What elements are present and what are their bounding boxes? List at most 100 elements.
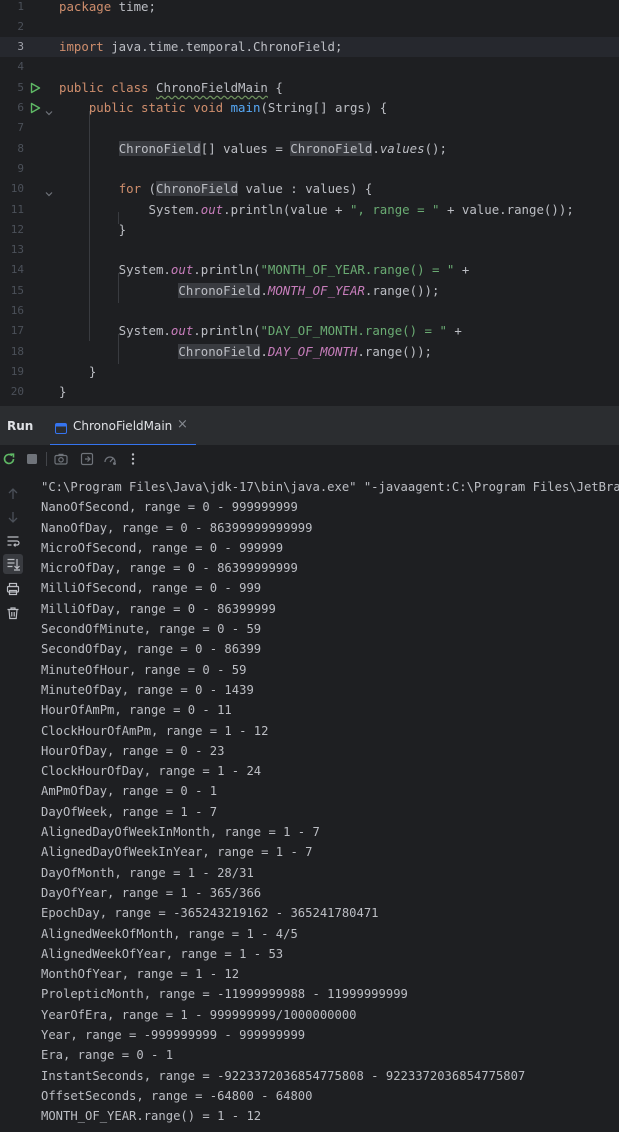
code-line[interactable]: 11 System.out.println(value + ", range =… — [0, 200, 619, 220]
stop-icon[interactable] — [25, 452, 39, 466]
console-output-line: InstantSeconds, range = -922337203685477… — [41, 1068, 526, 1083]
indent-guide — [118, 212, 119, 224]
print-icon[interactable] — [6, 582, 20, 596]
console-output-line: MONTH_OF_YEAR.range() = 1 - 12 — [41, 1109, 262, 1124]
restore-layout-icon[interactable] — [80, 452, 94, 466]
code-token: ChronoFieldMain — [156, 79, 268, 95]
code-token: . — [372, 140, 380, 156]
line-number[interactable]: 19 — [0, 362, 24, 382]
code-token: java.time.temporal.ChronoField; — [103, 39, 343, 55]
fold-chevron-icon[interactable] — [44, 184, 54, 197]
code-line[interactable]: 19 } — [0, 362, 619, 382]
line-number[interactable]: 12 — [0, 220, 24, 240]
code-line[interactable]: 5 public class ChronoFieldMain { — [0, 78, 619, 98]
line-number[interactable]: 13 — [0, 240, 24, 260]
console-output-line: AlignedDayOfWeekInYear, range = 1 - 7 — [41, 845, 313, 860]
scroll-to-end-icon[interactable] — [3, 554, 23, 574]
code-editor[interactable]: 1 package time; 2 3 import java.time.tempora… — [0, 0, 619, 405]
tab-chronofieldmain[interactable]: ChronoFieldMain × — [50, 406, 196, 446]
console-output-line: MicroOfDay, range = 0 - 86399999999 — [41, 561, 298, 576]
code-line[interactable]: 17 System.out.println("DAY_OF_MONTH.rang… — [0, 321, 619, 341]
line-number[interactable]: 14 — [0, 260, 24, 280]
code-line[interactable]: 4 — [0, 57, 619, 77]
more-icon[interactable] — [126, 452, 140, 466]
line-number[interactable]: 6 — [0, 98, 24, 118]
code-token: .range()); — [364, 282, 440, 298]
code-line[interactable]: 6 public static void main(String[] args)… — [0, 98, 619, 118]
line-number[interactable]: 20 — [0, 382, 24, 402]
code-token: + — [454, 262, 470, 278]
code-token: } — [59, 221, 127, 237]
line-number[interactable]: 16 — [0, 301, 24, 321]
code-line[interactable]: 7 — [0, 118, 619, 138]
console-output-line: MonthOfYear, range = 1 - 12 — [41, 967, 240, 982]
code-line[interactable]: 9 — [0, 159, 619, 179]
line-number[interactable]: 9 — [0, 159, 24, 179]
line-number[interactable]: 1 — [0, 0, 24, 17]
code-line[interactable]: 2 — [0, 17, 619, 37]
code-token: "MONTH_OF_YEAR.range() = " — [260, 262, 455, 278]
fold-chevron-icon[interactable] — [44, 103, 54, 116]
code-token: package — [59, 0, 112, 14]
code-text: ChronoField[] values = ChronoField.value… — [59, 139, 447, 159]
code-line[interactable]: 3 import java.time.temporal.ChronoField; — [0, 37, 619, 58]
profiler-icon[interactable] — [103, 452, 117, 466]
code-text: ChronoField.DAY_OF_MONTH.range()); — [59, 342, 432, 362]
console-output-line: ClockHourOfAmPm, range = 1 - 12 — [41, 723, 269, 738]
code-line[interactable]: 16 — [0, 301, 619, 321]
code-token: out — [200, 201, 224, 217]
code-line[interactable]: 20} — [0, 382, 619, 402]
code-line[interactable]: 10 for (ChronoField value : values) { — [0, 179, 619, 199]
code-line[interactable]: 1 package time; — [0, 0, 619, 17]
code-line[interactable]: 14 System.out.println("MONTH_OF_YEAR.ran… — [0, 260, 619, 280]
code-line[interactable]: 18 ChronoField.DAY_OF_MONTH.range()); — [0, 342, 619, 362]
run-panel-title[interactable]: Run — [7, 419, 33, 433]
line-number[interactable]: 3 — [0, 37, 24, 57]
line-number[interactable]: 7 — [0, 118, 24, 138]
code-line[interactable]: 8 ChronoField[] values = ChronoField.val… — [0, 139, 619, 159]
down-arrow-icon[interactable] — [6, 510, 20, 524]
code-text: ChronoField.MONTH_OF_YEAR.range()); — [59, 281, 439, 301]
rerun-icon[interactable] — [2, 452, 16, 466]
code-line[interactable]: 12 } — [0, 220, 619, 240]
code-line[interactable]: 13 — [0, 240, 619, 260]
code-token: ChronoField — [178, 343, 261, 359]
code-token: [] values = — [200, 140, 291, 156]
code-token: value : values) { — [238, 181, 373, 197]
code-token: } — [59, 384, 67, 400]
line-number[interactable]: 17 — [0, 321, 24, 341]
line-number[interactable]: 10 — [0, 179, 24, 199]
console-output-line: SecondOfMinute, range = 0 - 59 — [41, 622, 262, 637]
code-line[interactable]: 15 ChronoField.MONTH_OF_YEAR.range()); — [0, 281, 619, 301]
code-text: System.out.println("DAY_OF_MONTH.range()… — [59, 321, 462, 341]
soft-wrap-icon[interactable] — [6, 534, 20, 548]
run-gutter-icon[interactable] — [29, 102, 41, 114]
line-number[interactable]: 2 — [0, 17, 24, 37]
run-tool-window-header: Run ChronoFieldMain × — [0, 405, 619, 446]
console-output-line: MilliOfDay, range = 0 - 86399999 — [41, 601, 276, 616]
code-text: System.out.println("MONTH_OF_YEAR.range(… — [59, 260, 470, 280]
screenshot-icon[interactable] — [54, 452, 68, 466]
line-number[interactable]: 18 — [0, 342, 24, 362]
code-text: } — [59, 382, 66, 402]
line-number[interactable]: 11 — [0, 200, 24, 220]
line-number[interactable]: 8 — [0, 139, 24, 159]
code-token: ChronoField — [178, 282, 261, 298]
console-output-line: EpochDay, range = -365243219162 - 365241… — [41, 906, 379, 921]
code-token: MONTH_OF_YEAR — [267, 282, 365, 298]
line-number[interactable]: 15 — [0, 281, 24, 301]
up-arrow-icon[interactable] — [6, 487, 20, 501]
console-output-line: ProlepticMonth, range = -11999999988 - 1… — [41, 987, 408, 1002]
console-output-line: MilliOfSecond, range = 0 - 999 — [41, 581, 262, 596]
console-output-line: HourOfDay, range = 0 - 23 — [41, 743, 225, 758]
run-gutter-icon[interactable] — [29, 82, 41, 94]
code-token: .range()); — [357, 343, 433, 359]
trash-icon[interactable] — [6, 606, 20, 620]
console-output[interactable]: "C:\Program Files\Java\jdk-17\bin\java.e… — [41, 477, 619, 1132]
code-token: . — [260, 282, 268, 298]
close-tab-icon[interactable]: × — [177, 417, 188, 432]
line-number[interactable]: 4 — [0, 57, 24, 77]
line-number[interactable]: 5 — [0, 78, 24, 98]
console-output-line: AlignedDayOfWeekInMonth, range = 1 - 7 — [41, 825, 320, 840]
console-output-line: NanoOfSecond, range = 0 - 999999999 — [41, 500, 298, 515]
